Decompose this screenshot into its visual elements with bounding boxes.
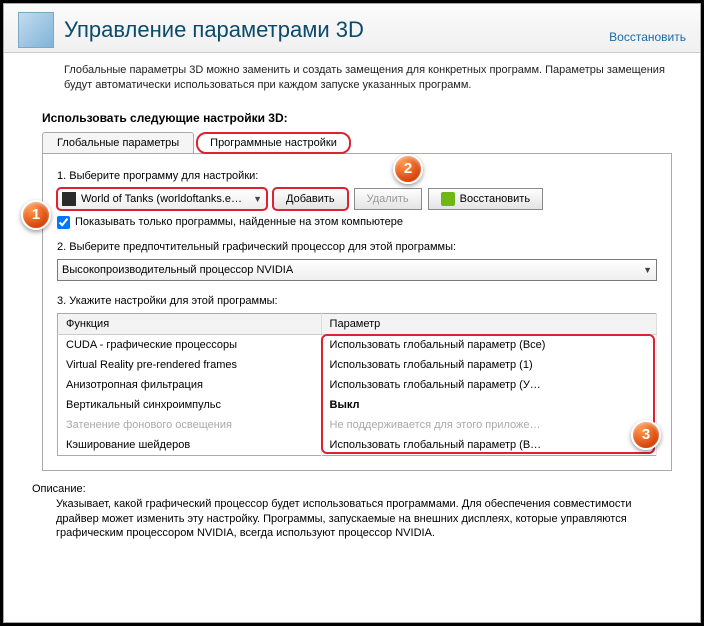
cell-param[interactable]: Использовать глобальный параметр (У… xyxy=(321,375,656,395)
callout-3: 3 xyxy=(631,420,661,450)
cell-param[interactable]: Не поддерживается для этого приложе… xyxy=(321,415,656,435)
restore-button[interactable]: Восстановить xyxy=(428,188,543,210)
gpu-select-value: Высокопроизводительный процессор NVIDIA xyxy=(62,264,293,276)
tab-program[interactable]: Программные настройки xyxy=(196,132,351,154)
checkbox-label: Показывать только программы, найденные н… xyxy=(75,216,403,228)
settings-grid[interactable]: Функция Параметр CUDA - графические проц… xyxy=(57,313,657,456)
show-only-installed-input[interactable] xyxy=(57,216,70,229)
restore-link[interactable]: Восстановить xyxy=(609,30,686,44)
callout-2: 2 xyxy=(393,154,423,184)
table-row[interactable]: CUDA - графические процессорыИспользоват… xyxy=(58,334,657,355)
table-row[interactable]: Анизотропная фильтрацияИспользовать глоб… xyxy=(58,375,657,395)
cell-function: Вертикальный синхроимпульс xyxy=(58,395,322,415)
step2-label: 2. Выберите предпочтительный графический… xyxy=(57,241,657,253)
header-icon xyxy=(18,12,54,48)
section-label: Использовать следующие настройки 3D: xyxy=(4,101,700,131)
table-row[interactable]: Virtual Reality pre-rendered framesИспол… xyxy=(58,355,657,375)
tab-global[interactable]: Глобальные параметры xyxy=(42,132,194,154)
nvidia-3d-settings-window: Управление параметрами 3D Восстановить Г… xyxy=(3,3,701,623)
step3-label: 3. Укажите настройки для этой программы: xyxy=(57,295,657,307)
add-button[interactable]: Добавить xyxy=(273,188,348,210)
cell-param[interactable]: Использовать глобальный параметр (Все) xyxy=(321,334,656,355)
show-only-installed-checkbox[interactable]: Показывать только программы, найденные н… xyxy=(57,216,657,229)
remove-button[interactable]: Удалить xyxy=(354,188,422,210)
program-select-value: World of Tanks (worldoftanks.e… xyxy=(81,193,242,205)
page-title: Управление параметрами 3D xyxy=(64,17,609,43)
col-function[interactable]: Функция xyxy=(58,313,322,334)
step1-label: 1. Выберите программу для настройки: xyxy=(57,170,657,182)
table-row[interactable]: Вертикальный синхроимпульсВыкл xyxy=(58,395,657,415)
cell-param[interactable]: Использовать глобальный параметр (В… xyxy=(321,435,656,456)
col-param[interactable]: Параметр xyxy=(321,313,656,334)
header: Управление параметрами 3D Восстановить xyxy=(4,4,700,53)
table-row[interactable]: Затенение фонового освещенияНе поддержив… xyxy=(58,415,657,435)
intro-text: Глобальные параметры 3D можно заменить и… xyxy=(4,53,700,101)
cell-function: Затенение фонового освещения xyxy=(58,415,322,435)
program-select[interactable]: World of Tanks (worldoftanks.e… ▼ xyxy=(57,188,267,210)
cell-function: CUDA - графические процессоры xyxy=(58,334,322,355)
program-icon xyxy=(62,192,76,206)
cell-param[interactable]: Использовать глобальный параметр (1) xyxy=(321,355,656,375)
cell-param[interactable]: Выкл xyxy=(321,395,656,415)
cell-function: Кэширование шейдеров xyxy=(58,435,322,456)
cell-function: Анизотропная фильтрация xyxy=(58,375,322,395)
tabstrip: Глобальные параметры Программные настрой… xyxy=(42,131,672,154)
chevron-down-icon: ▼ xyxy=(247,194,262,204)
callout-1: 1 xyxy=(21,200,51,230)
chevron-down-icon: ▼ xyxy=(637,265,652,275)
cell-function: Virtual Reality pre-rendered frames xyxy=(58,355,322,375)
description-text: Указывает, какой графический процессор б… xyxy=(4,497,700,554)
settings-panel: 1 2 1. Выберите программу для настройки:… xyxy=(42,153,672,471)
table-row[interactable]: Кэширование шейдеровИспользовать глобаль… xyxy=(58,435,657,456)
gpu-select[interactable]: Высокопроизводительный процессор NVIDIA … xyxy=(57,259,657,281)
description-label: Описание: xyxy=(4,471,700,497)
